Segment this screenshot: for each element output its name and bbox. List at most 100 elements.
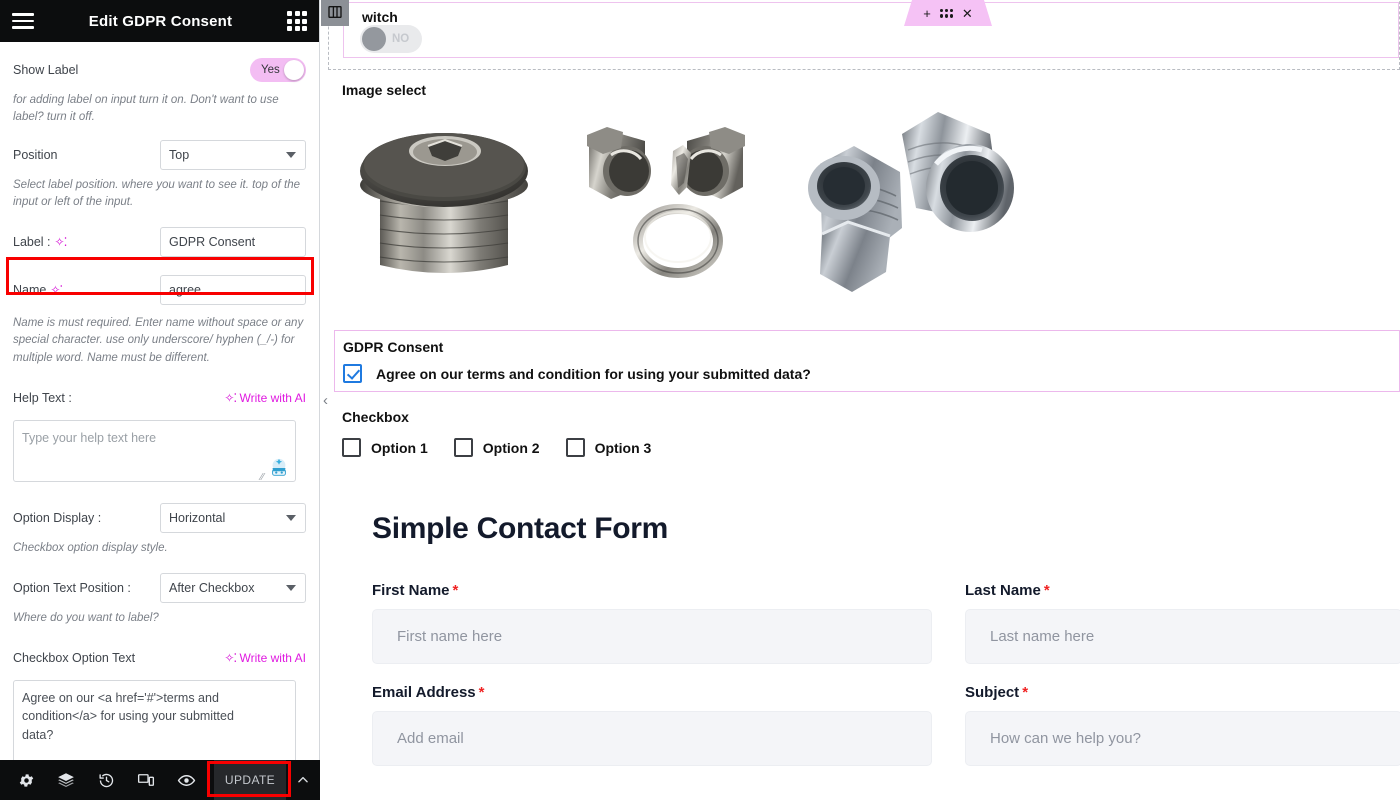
checkbox-option-1[interactable]: Option 1 xyxy=(342,438,428,457)
gdpr-checkbox-row: Agree on our terms and condition for usi… xyxy=(343,364,811,383)
show-label-toggle-value: Yes xyxy=(261,64,280,76)
ai-sparkle-icon[interactable]: ✧⁚ xyxy=(50,283,63,297)
name-field-description: Name is must required. Enter name withou… xyxy=(13,317,304,364)
control-show-label: Show Label Yes xyxy=(13,55,306,85)
control-option-display: Option Display : Horizontal xyxy=(13,502,306,533)
label-field-label: Label : ✧⁚ xyxy=(13,235,68,249)
control-option-text-position: Option Text Position : After Checkbox xyxy=(13,573,306,603)
switch-widget-section[interactable]: witch NO xyxy=(328,0,1400,70)
preview-eye-icon[interactable] xyxy=(166,760,206,800)
checkbox-option-text-wrap: Agree on our <a href='#'>terms and condi… xyxy=(13,680,296,760)
checkbox-option-text-input[interactable]: Agree on our <a href='#'>terms and condi… xyxy=(13,680,296,760)
history-icon[interactable] xyxy=(86,760,126,800)
page-canvas: ‹ witch NO + ✕ Image select GDPR Consent… xyxy=(320,0,1400,800)
checkbox-input-option-2[interactable] xyxy=(453,438,473,457)
ai-sparkle-icon: ✧⁚ xyxy=(224,651,237,666)
help-text-input[interactable] xyxy=(13,419,296,482)
responsive-mode-icon[interactable] xyxy=(126,760,166,800)
checkbox-label-option-1: Option 1 xyxy=(371,439,428,456)
position-select[interactable]: Top xyxy=(160,139,306,170)
field-first-name: First Name * First name here xyxy=(372,582,932,664)
option-display-description: Checkbox option display style. xyxy=(13,541,168,554)
gdpr-consent-checkbox[interactable] xyxy=(343,364,362,383)
control-checkbox-option-text: Checkbox Option Text ✧⁚ Write with AI xyxy=(13,643,306,673)
required-asterisk: * xyxy=(1022,684,1029,701)
chevron-up-icon[interactable] xyxy=(286,760,320,800)
required-asterisk: * xyxy=(478,684,485,701)
gdpr-consent-text: Agree on our terms and condition for usi… xyxy=(376,365,811,382)
plus-icon[interactable]: + xyxy=(923,7,931,20)
columns-layout-icon[interactable] xyxy=(321,0,349,26)
checkbox-option-3[interactable]: Option 3 xyxy=(565,438,652,457)
resize-grip-icon[interactable]: ⁄⁄ xyxy=(261,472,264,483)
first-name-input[interactable]: First name here xyxy=(372,609,932,664)
switch-toggle-value: NO xyxy=(392,33,410,45)
image-option-metal-flare-fittings-pair[interactable] xyxy=(782,102,1022,322)
position-label: Position xyxy=(13,147,58,162)
option-text-position-select[interactable]: After Checkbox xyxy=(160,573,306,603)
checkbox-input-option-1[interactable] xyxy=(342,438,361,457)
checkbox-label-option-3: Option 3 xyxy=(594,439,652,456)
control-help-text: Help Text : ✧⁚ Write with AI xyxy=(13,383,306,413)
subject-label: Subject * xyxy=(965,684,1400,701)
name-field-label: Name ✧⁚ xyxy=(13,283,63,297)
image-option-metal-fittings-pair-with-oring[interactable] xyxy=(577,109,782,314)
last-name-input[interactable]: Last name here xyxy=(965,609,1400,664)
hamburger-icon[interactable] xyxy=(12,9,34,33)
email-address-placeholder: Add email xyxy=(397,730,464,747)
last-name-placeholder: Last name here xyxy=(990,628,1095,645)
checkbox-option-2[interactable]: Option 2 xyxy=(453,438,540,457)
option-display-label: Option Display : xyxy=(13,510,102,525)
gdpr-widget-title: GDPR Consent xyxy=(343,339,444,355)
field-subject: Subject * How can we help you? xyxy=(965,684,1400,766)
grid-icon[interactable] xyxy=(287,11,307,31)
label-field-text: Label : xyxy=(13,235,51,249)
checkbox-input-option-3[interactable] xyxy=(565,438,585,457)
widget-edit-toolbar: + ✕ xyxy=(904,0,992,26)
page-title: Edit GDPR Consent xyxy=(88,12,233,30)
show-label-description: for adding label on input turn it on. Do… xyxy=(13,94,279,124)
switch-widget-inner: witch NO xyxy=(343,2,1399,58)
contact-form-fields: First Name * First name here Last Name * L… xyxy=(372,582,1400,786)
option-display-select[interactable]: Horizontal xyxy=(160,502,306,533)
name-field-text: Name xyxy=(13,283,47,297)
field-email-address: Email Address * Add email xyxy=(372,684,932,766)
subject-input[interactable]: How can we help you? xyxy=(965,711,1400,766)
subject-placeholder: How can we help you? xyxy=(990,730,1141,747)
contact-form-heading: Simple Contact Form xyxy=(372,512,668,545)
footer-icon-group xyxy=(0,760,214,800)
update-button[interactable]: UPDATE xyxy=(214,760,286,800)
panel-body: Show Label Yes for adding label on input… xyxy=(0,42,319,760)
help-text-write-with-ai-button[interactable]: ✧⁚ Write with AI xyxy=(220,391,306,405)
name-field-input[interactable] xyxy=(160,275,306,305)
help-text-ai-label: Write with AI xyxy=(239,390,306,405)
required-asterisk: * xyxy=(452,582,459,599)
last-name-label: Last Name * xyxy=(965,582,1400,599)
close-x-icon[interactable]: ✕ xyxy=(962,7,973,20)
chevron-left-icon[interactable]: ‹ xyxy=(323,392,328,409)
image-option-metal-plug-hex-socket[interactable] xyxy=(342,109,577,314)
required-asterisk: * xyxy=(1043,582,1050,599)
settings-gear-icon[interactable] xyxy=(6,760,46,800)
checkbox-label-option-2: Option 2 xyxy=(482,439,540,456)
show-label-toggle[interactable]: Yes xyxy=(250,58,306,82)
switch-widget-label: witch xyxy=(362,9,398,25)
ai-sparkle-icon[interactable]: ✧⁚ xyxy=(55,235,68,249)
subject-label-text: Subject xyxy=(965,684,1020,701)
checkbox-option-text-label: Checkbox Option Text xyxy=(13,651,136,666)
elementor-editor-screen: Edit GDPR Consent Show Label Yes for add… xyxy=(0,0,1400,800)
checkbox-option-text-write-with-ai-button[interactable]: ✧⁚ Write with AI xyxy=(220,651,306,665)
gdpr-consent-widget[interactable]: GDPR Consent Agree on our terms and cond… xyxy=(334,330,1400,392)
position-select-value: Top xyxy=(169,147,190,162)
email-address-input[interactable]: Add email xyxy=(372,711,932,766)
option-text-position-value: After Checkbox xyxy=(169,581,255,595)
last-name-label-text: Last Name xyxy=(965,582,1041,599)
panel-footer: UPDATE xyxy=(0,760,320,800)
layers-icon[interactable] xyxy=(46,760,86,800)
switch-widget-toggle[interactable]: NO xyxy=(360,25,422,53)
label-field-input[interactable] xyxy=(160,227,306,257)
ai-assistant-robot-icon[interactable] xyxy=(266,455,292,481)
control-position: Position Top xyxy=(13,139,306,170)
option-text-position-label: Option Text Position : xyxy=(13,581,131,595)
drag-handle-icon[interactable] xyxy=(940,9,953,18)
